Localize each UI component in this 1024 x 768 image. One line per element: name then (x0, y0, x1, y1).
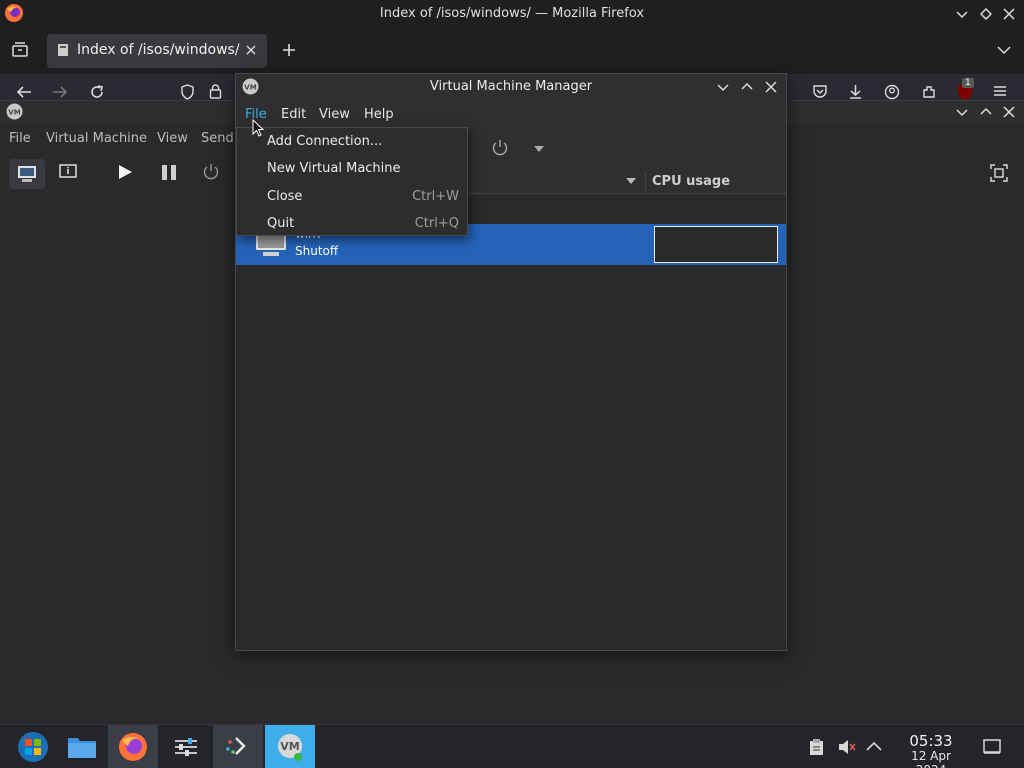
sliders-icon (175, 738, 197, 756)
menu-item-quit[interactable]: Quit (267, 216, 294, 231)
svg-text:VM: VM (280, 740, 299, 753)
vmm-menu-help[interactable]: Help (364, 107, 394, 122)
minimize-icon[interactable] (956, 8, 968, 20)
start-menu-button[interactable] (8, 725, 58, 768)
info-icon (59, 164, 77, 178)
menu-item-new-virtual-machine[interactable]: New Virtual Machine (267, 161, 401, 176)
firefox-window-title: Index of /isos/windows/ — Mozilla Firefo… (379, 6, 645, 21)
account-icon[interactable] (884, 84, 900, 100)
firefox-taskbar-button[interactable] (108, 725, 158, 768)
settings-taskbar-button[interactable] (161, 725, 211, 768)
menu-item-close[interactable]: Close (267, 189, 302, 204)
taskbar: VM 05:33 12 Apr 2024 (0, 724, 1024, 768)
tab-favicon-icon (55, 42, 71, 58)
menu-item-add-connection[interactable]: Add Connection... (267, 134, 382, 149)
vmm-shutdown-dropdown[interactable] (534, 146, 544, 152)
pause-button[interactable] (160, 164, 178, 181)
vm-status: Shutoff (295, 244, 339, 258)
svg-text:VM: VM (8, 109, 20, 117)
forward-icon[interactable] (52, 85, 68, 99)
folder-icon (68, 738, 96, 758)
tab-title: Index of /isos/windows/ (77, 42, 240, 58)
vm-cpu-usage-graph (654, 226, 778, 263)
vmm-window-title: Virtual Machine Manager (429, 79, 593, 94)
mouse-pointer-icon (252, 119, 264, 138)
close-icon[interactable] (1003, 8, 1015, 20)
dropdown-arrow-icon (534, 146, 544, 152)
vmm-close-icon[interactable] (765, 81, 777, 93)
clock-date[interactable]: 12 Apr 2024 (895, 749, 967, 768)
list-all-tabs-icon[interactable] (997, 45, 1011, 55)
pocket-icon[interactable] (812, 84, 828, 99)
vmm-minimize-icon[interactable] (717, 81, 729, 93)
power-icon (203, 164, 219, 180)
new-tab-icon[interactable] (282, 43, 296, 57)
tab-list-icon[interactable] (11, 42, 29, 58)
virt-manager-icon: VM (278, 734, 302, 761)
system-tray-expand-icon[interactable] (866, 741, 882, 751)
viewer-menu-view[interactable]: View (157, 131, 188, 146)
viewer-close-icon[interactable] (1003, 106, 1015, 118)
back-icon[interactable] (16, 85, 32, 99)
column-separator (645, 171, 646, 194)
viewer-menu-send[interactable]: Send (201, 131, 234, 146)
tracking-shield-icon[interactable] (180, 84, 195, 100)
play-icon (119, 165, 132, 179)
terminal-prompt-icon (226, 737, 246, 755)
power-icon (492, 140, 508, 156)
viewer-maximize-icon[interactable] (980, 106, 992, 118)
show-desktop-icon[interactable] (983, 738, 1001, 756)
vmm-menu-view[interactable]: View (319, 107, 350, 122)
console-button[interactable] (9, 159, 45, 189)
run-button[interactable] (116, 163, 134, 181)
menu-item-quit-shortcut: Ctrl+Q (414, 216, 459, 231)
file-menu-dropdown: Add Connection... New Virtual Machine Cl… (236, 127, 468, 236)
clipboard-icon[interactable] (809, 738, 824, 756)
vmm-shutdown-button[interactable] (491, 139, 509, 157)
viewer-menu-file[interactable]: File (9, 131, 31, 146)
maximize-icon[interactable] (980, 8, 992, 20)
virt-manager-logo-icon: VM (6, 103, 23, 120)
cpu-usage-column-header[interactable]: CPU usage (652, 174, 730, 189)
firefox-icon (119, 733, 147, 761)
menu-item-close-shortcut: Ctrl+W (412, 189, 459, 204)
hamburger-menu-icon[interactable] (993, 85, 1007, 97)
volume-muted-icon[interactable] (837, 738, 857, 756)
details-button[interactable] (58, 163, 78, 181)
extension-badge: 1 (962, 78, 974, 88)
shutdown-button[interactable] (202, 163, 220, 181)
monitor-icon (18, 166, 36, 182)
terminal-taskbar-button[interactable] (213, 725, 263, 768)
vmm-menu-edit[interactable]: Edit (281, 107, 306, 122)
pause-icon (162, 165, 176, 180)
tab-close-icon[interactable] (246, 45, 256, 55)
virt-manager-taskbar-button[interactable]: VM (265, 725, 315, 768)
windows-logo-icon (18, 732, 48, 762)
downloads-icon[interactable] (848, 84, 863, 100)
sort-indicator-icon[interactable] (626, 178, 636, 184)
file-manager-button[interactable] (57, 725, 107, 768)
clock-time[interactable]: 05:33 (895, 732, 967, 750)
fullscreen-button[interactable] (990, 164, 1008, 182)
extensions-icon[interactable] (921, 84, 937, 100)
reload-icon[interactable] (89, 84, 105, 100)
viewer-menu-virtual-machine[interactable]: Virtual Machine (46, 131, 147, 146)
vmm-maximize-icon[interactable] (741, 81, 753, 93)
viewer-minimize-icon[interactable] (956, 106, 968, 118)
lock-icon[interactable] (209, 84, 222, 99)
fullscreen-icon (990, 164, 1008, 182)
